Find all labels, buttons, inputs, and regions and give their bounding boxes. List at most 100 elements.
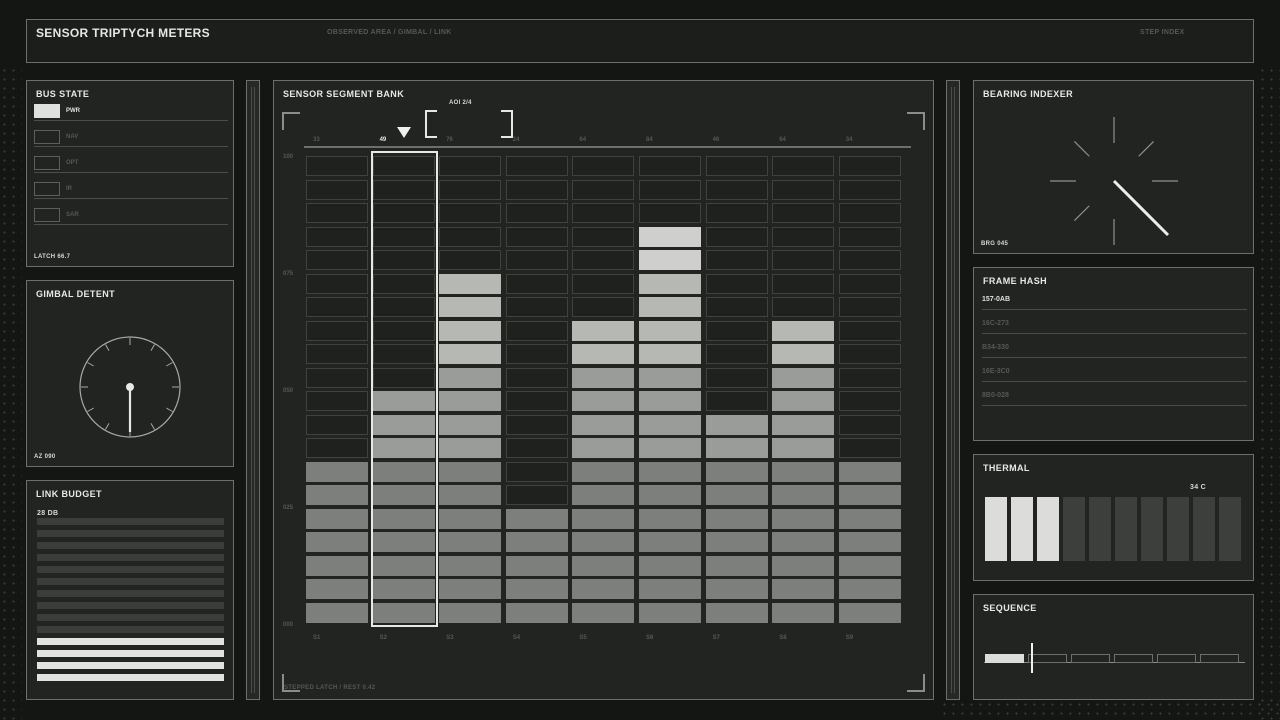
column-label-s7[interactable]: S7 [713, 635, 720, 641]
segment-cell [572, 203, 635, 223]
segment-cell [439, 273, 502, 294]
segment-cell [838, 555, 901, 576]
sequence-playhead[interactable] [1031, 643, 1033, 673]
segment-cell [439, 203, 502, 223]
link-budget-panel: LINK BUDGET 28 DB [26, 480, 234, 700]
segment-cell [505, 532, 568, 552]
thermal-cell [1063, 497, 1085, 561]
segment-cell [439, 414, 502, 435]
bus-item-ir[interactable]: IR [34, 182, 228, 200]
column-label-s4[interactable]: S4 [513, 635, 520, 641]
gimbal-tick [166, 407, 173, 412]
segment-cell [639, 532, 701, 552]
segment-cell [705, 602, 768, 623]
link-budget-bar [37, 626, 224, 633]
sequence-title: SEQUENCE [983, 603, 1037, 613]
segment-cell [772, 250, 835, 270]
segment-cell [705, 297, 768, 317]
segment-cell [772, 273, 835, 294]
bearing-indicator [1050, 117, 1178, 245]
bus-item-divider [34, 198, 228, 199]
gimbal-tick [150, 344, 155, 351]
thermal-cell [1037, 497, 1059, 561]
segment-cell [306, 320, 368, 341]
segment-cell [572, 414, 635, 435]
top-value-label: 49 [379, 137, 387, 143]
column-label-s5[interactable]: S5 [579, 635, 586, 641]
top-value-label: 64 [779, 137, 786, 143]
segment-cell [505, 391, 568, 411]
segment-cell [772, 438, 835, 458]
segment-cell [439, 367, 502, 388]
segment-cell [505, 438, 568, 458]
segment-cell [439, 438, 502, 458]
sequence-segment[interactable] [1114, 654, 1153, 663]
bus-item-label: PWR [66, 108, 80, 114]
gimbal-hub [126, 383, 134, 391]
bus-item-indicator [34, 130, 60, 144]
segment-cell [439, 297, 502, 317]
bus-item-opt[interactable]: OPT [34, 156, 228, 174]
segment-cell [572, 320, 635, 341]
bus-item-indicator [34, 156, 60, 170]
segment-cell [705, 461, 768, 482]
segment-cell [505, 344, 568, 364]
segment-cell [639, 579, 701, 599]
bus-item-label: IR [66, 186, 72, 192]
segment-cell [705, 532, 768, 552]
segment-cell [306, 508, 368, 529]
segment-cell [505, 508, 568, 529]
sequence-segment[interactable] [1157, 654, 1196, 663]
header-bar: SENSOR TRIPTYCH METERS OBSERVED AREA / G… [26, 19, 1254, 63]
bearing-footer: BRG 045 [981, 241, 1009, 247]
segment-cell [639, 367, 701, 388]
segment-cell [838, 250, 901, 270]
column-label-s3[interactable]: S3 [446, 635, 453, 641]
bus-item-nav[interactable]: NAV [34, 130, 228, 148]
rail-right-groove [951, 87, 955, 693]
segment-cell [439, 179, 502, 200]
frame-hash-row[interactable]: 16C-273 [982, 320, 1009, 327]
selection-marker-icon[interactable] [397, 127, 411, 138]
sequence-segment[interactable] [1071, 654, 1110, 663]
bus-item-pwr[interactable]: PWR [34, 104, 228, 122]
segment-cell [505, 555, 568, 576]
segment-cell [572, 179, 635, 200]
segment-cell [572, 250, 635, 270]
sequence-segment[interactable] [985, 654, 1024, 663]
selected-column-outline[interactable] [371, 151, 438, 627]
y-tick-label: 025 [283, 505, 294, 511]
link-budget-bar [37, 530, 224, 537]
segment-cell [572, 391, 635, 411]
frame-hash-row[interactable]: B34-330 [982, 344, 1009, 351]
segment-cell [306, 156, 368, 176]
segment-cell [838, 297, 901, 317]
column-label-s1[interactable]: S1 [313, 635, 320, 641]
bus-item-label: OPT [66, 160, 79, 166]
segment-cell [306, 579, 368, 599]
segment-cell [572, 273, 635, 294]
bus-state-footer: LATCH 66.7 [34, 254, 71, 260]
segment-bank-title: SENSOR SEGMENT BANK [283, 89, 405, 99]
bearing-panel: BEARING INDEXER BRG 045 [973, 80, 1254, 254]
sequence-segment[interactable] [1028, 654, 1067, 663]
segment-cell [838, 344, 901, 364]
segment-cell [705, 344, 768, 364]
sequence-segment[interactable] [1200, 654, 1239, 663]
bus-item-sar[interactable]: SAR [34, 208, 228, 226]
segment-cell [639, 226, 701, 247]
column-label-s2[interactable]: S2 [380, 635, 387, 641]
frame-hash-row[interactable]: 16E-3C0 [982, 368, 1010, 375]
link-budget-value: 28 DB [37, 510, 59, 517]
frame-hash-row[interactable]: 157-0AB [982, 296, 1010, 303]
link-budget-bar [37, 566, 224, 573]
top-value-label: 24 [512, 137, 520, 143]
rail-left [246, 80, 260, 700]
link-budget-bar [37, 614, 224, 621]
column-label-s6[interactable]: S6 [646, 635, 653, 641]
column-label-s8[interactable]: S8 [779, 635, 786, 641]
column-label-s9[interactable]: S9 [846, 635, 853, 641]
segment-cell [439, 485, 502, 505]
segment-cell [572, 532, 635, 552]
frame-hash-row[interactable]: 8B0-028 [982, 392, 1009, 399]
